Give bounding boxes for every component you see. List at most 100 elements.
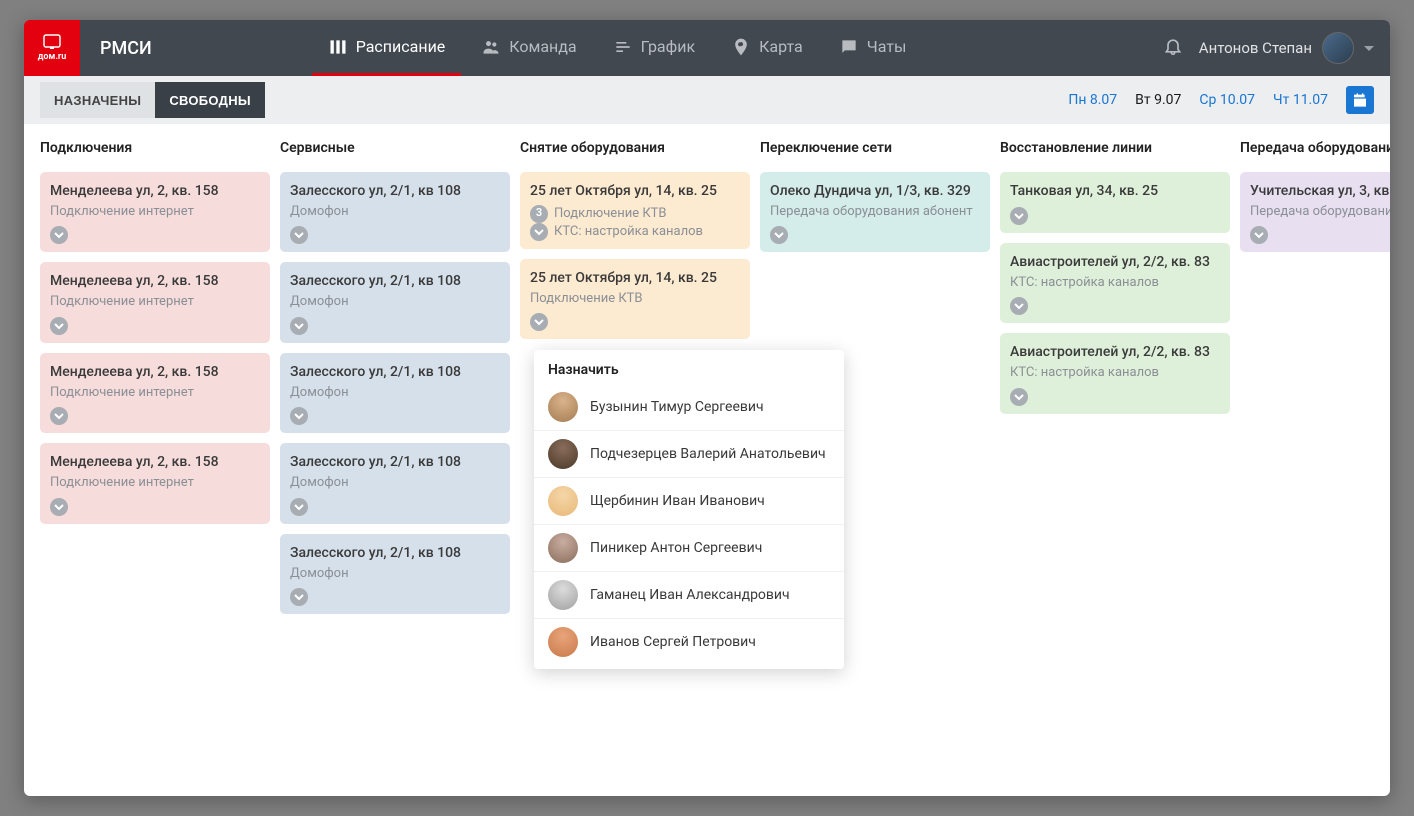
assign-person-item[interactable]: Щербинин Иван Иванович bbox=[534, 478, 844, 525]
expand-chevron[interactable] bbox=[770, 226, 788, 244]
expand-chevron[interactable] bbox=[50, 407, 68, 425]
task-card[interactable]: 25 лет Октября ул, 14, кв. 25Подключение… bbox=[520, 259, 750, 339]
task-card[interactable]: Залесского ул, 2/1, кв 108Домофон bbox=[280, 353, 510, 433]
date-next-2[interactable]: Чт 11.07 bbox=[1273, 92, 1328, 108]
nav-team[interactable]: Команда bbox=[465, 20, 592, 76]
chevron-down-icon bbox=[1014, 301, 1024, 311]
count-badge: 3 bbox=[530, 205, 548, 223]
card-description: Подключение интернет bbox=[50, 293, 260, 311]
assign-popup: Назначить Бузынин Тимур Сергеевич Подчезе… bbox=[534, 350, 844, 669]
board-column: Подключения Менделеева ул, 2, кв. 158 Подк… bbox=[40, 140, 270, 780]
assign-person-item[interactable]: Пиникер Антон Сергеевич bbox=[534, 525, 844, 572]
date-next-1[interactable]: Ср 10.07 bbox=[1199, 92, 1255, 108]
task-card[interactable]: Авиастроителей ул, 2/2, кв. 83КТС: настр… bbox=[1000, 243, 1230, 323]
expand-chevron[interactable] bbox=[290, 588, 308, 606]
task-card[interactable]: Авиастроителей ул, 2/2, кв. 83КТС: настр… bbox=[1000, 333, 1230, 413]
nav-chart[interactable]: График bbox=[597, 20, 711, 76]
expand-chevron[interactable] bbox=[1250, 226, 1268, 244]
column-title: Сервисные bbox=[280, 140, 510, 156]
card-address: Менделеева ул, 2, кв. 158 bbox=[50, 182, 260, 201]
expand-chevron[interactable] bbox=[50, 226, 68, 244]
expand-chevron[interactable] bbox=[50, 498, 68, 516]
subbar: НАЗНАЧЕНЫ СВОБОДНЫ Пн 8.07 Вт 9.07 Ср 10… bbox=[24, 76, 1390, 124]
chevron-down-icon bbox=[774, 230, 784, 240]
card-address: Менделеева ул, 2, кв. 158 bbox=[50, 453, 260, 472]
card-address: Залесского ул, 2/1, кв 108 bbox=[290, 453, 500, 472]
chevron-down-icon bbox=[54, 321, 64, 331]
task-card[interactable]: Менделеева ул, 2, кв. 158 Подключение инт… bbox=[40, 172, 270, 252]
date-current[interactable]: Вт 9.07 bbox=[1135, 92, 1181, 108]
task-card[interactable]: Залесского ул, 2/1, кв 108Домофон bbox=[280, 534, 510, 614]
chevron-down-icon bbox=[294, 321, 304, 331]
card-description: Домофон bbox=[290, 565, 500, 583]
brand-logo[interactable]: дом.ru bbox=[24, 20, 80, 76]
chevron-down-icon bbox=[54, 411, 64, 421]
chevron-down-icon bbox=[294, 592, 304, 602]
expand-chevron[interactable] bbox=[1010, 207, 1028, 225]
assign-person-item[interactable]: Иванов Сергей Петрович bbox=[534, 619, 844, 665]
popup-title: Назначить bbox=[534, 362, 844, 384]
date-prev[interactable]: Пн 8.07 bbox=[1068, 92, 1117, 108]
team-icon bbox=[481, 37, 501, 57]
expand-chevron[interactable] bbox=[290, 407, 308, 425]
card-description: Домофон bbox=[290, 293, 500, 311]
segment-assigned[interactable]: НАЗНАЧЕНЫ bbox=[40, 82, 155, 118]
nav-label: Карта bbox=[759, 37, 803, 56]
calendar-button[interactable] bbox=[1346, 86, 1374, 114]
board-column: Передача оборудования Учительская ул, 3, … bbox=[1240, 140, 1390, 780]
nav-chats[interactable]: Чаты bbox=[823, 20, 923, 76]
user-menu[interactable]: Антонов Степан bbox=[1199, 32, 1374, 64]
nav-schedule[interactable]: Расписание bbox=[312, 20, 462, 76]
expand-chevron[interactable] bbox=[530, 313, 548, 331]
expand-chevron[interactable] bbox=[290, 317, 308, 335]
nav-map[interactable]: Карта bbox=[715, 20, 819, 76]
segment-free[interactable]: СВОБОДНЫ bbox=[155, 82, 265, 118]
card-address: 25 лет Октября ул, 14, кв. 25 bbox=[530, 269, 740, 288]
card-address: Залесского ул, 2/1, кв 108 bbox=[290, 272, 500, 291]
task-card[interactable]: Менделеева ул, 2, кв. 158 Подключение инт… bbox=[40, 262, 270, 342]
person-avatar bbox=[548, 439, 578, 469]
task-card[interactable]: Учительская ул, 3, кв.1Передача оборудов… bbox=[1240, 172, 1390, 252]
date-picker-bar: Пн 8.07 Вт 9.07 Ср 10.07 Чт 11.07 bbox=[1068, 86, 1374, 114]
card-address: Олеко Дундича ул, 1/3, кв. 329 bbox=[770, 182, 980, 201]
card-description: Домофон bbox=[290, 203, 500, 221]
nav-label: Команда bbox=[509, 37, 576, 56]
column-title: Передача оборудования bbox=[1240, 140, 1390, 156]
expand-chevron[interactable] bbox=[1010, 297, 1028, 315]
person-name: Подчезерцев Валерий Анатольевич bbox=[590, 446, 826, 462]
task-card[interactable]: Танковая ул, 34, кв. 25 bbox=[1000, 172, 1230, 233]
assign-person-item[interactable]: Гаманец Иван Александрович bbox=[534, 572, 844, 619]
expand-chevron[interactable] bbox=[290, 226, 308, 244]
task-card[interactable]: Залесского ул, 2/1, кв 108 Домофон bbox=[280, 172, 510, 252]
task-card[interactable]: Залесского ул, 2/1, кв 108 Домофон bbox=[280, 262, 510, 342]
brand-text-1: дом bbox=[38, 52, 56, 62]
assign-person-item[interactable]: Подчезерцев Валерий Анатольевич bbox=[534, 431, 844, 478]
task-card[interactable]: Менделеева ул, 2, кв. 158Подключение инт… bbox=[40, 353, 270, 433]
nav-label: Чаты bbox=[867, 37, 907, 56]
chevron-down-icon bbox=[1014, 392, 1024, 402]
status-segment: НАЗНАЧЕНЫ СВОБОДНЫ bbox=[40, 82, 265, 118]
person-name: Щербинин Иван Иванович bbox=[590, 493, 765, 509]
card-address: Менделеева ул, 2, кв. 158 bbox=[50, 272, 260, 291]
task-card[interactable]: 25 лет Октября ул, 14, кв. 25 3 Подключен… bbox=[520, 172, 750, 249]
assign-person-item[interactable]: Бузынин Тимур Сергеевич bbox=[534, 384, 844, 431]
task-card[interactable]: Залесского ул, 2/1, кв 108Домофон bbox=[280, 443, 510, 523]
card-address: Залесского ул, 2/1, кв 108 bbox=[290, 182, 500, 201]
nav-label: График bbox=[641, 37, 695, 56]
expand-chevron[interactable] bbox=[1010, 388, 1028, 406]
task-card[interactable]: Менделеева ул, 2, кв. 158Подключение инт… bbox=[40, 443, 270, 523]
column-title: Восстановление линии bbox=[1000, 140, 1230, 156]
task-card[interactable]: Олеко Дундича ул, 1/3, кв. 329Передача о… bbox=[760, 172, 990, 252]
expand-chevron[interactable] bbox=[50, 317, 68, 335]
chevron-down-icon bbox=[54, 502, 64, 512]
card-desc-line: Подключение КТВ bbox=[554, 205, 667, 223]
notifications-button[interactable] bbox=[1163, 36, 1183, 60]
card-address: 25 лет Октября ул, 14, кв. 25 bbox=[530, 182, 740, 201]
expand-chevron[interactable] bbox=[290, 498, 308, 516]
expand-chevron[interactable] bbox=[530, 223, 548, 241]
column-title: Снятие оборудования bbox=[520, 140, 750, 156]
column-title: Подключения bbox=[40, 140, 270, 156]
main-nav: Расписание Команда График Карта Чаты bbox=[312, 20, 923, 76]
card-description: Подключение интернет bbox=[50, 203, 260, 221]
chevron-down-icon bbox=[294, 502, 304, 512]
